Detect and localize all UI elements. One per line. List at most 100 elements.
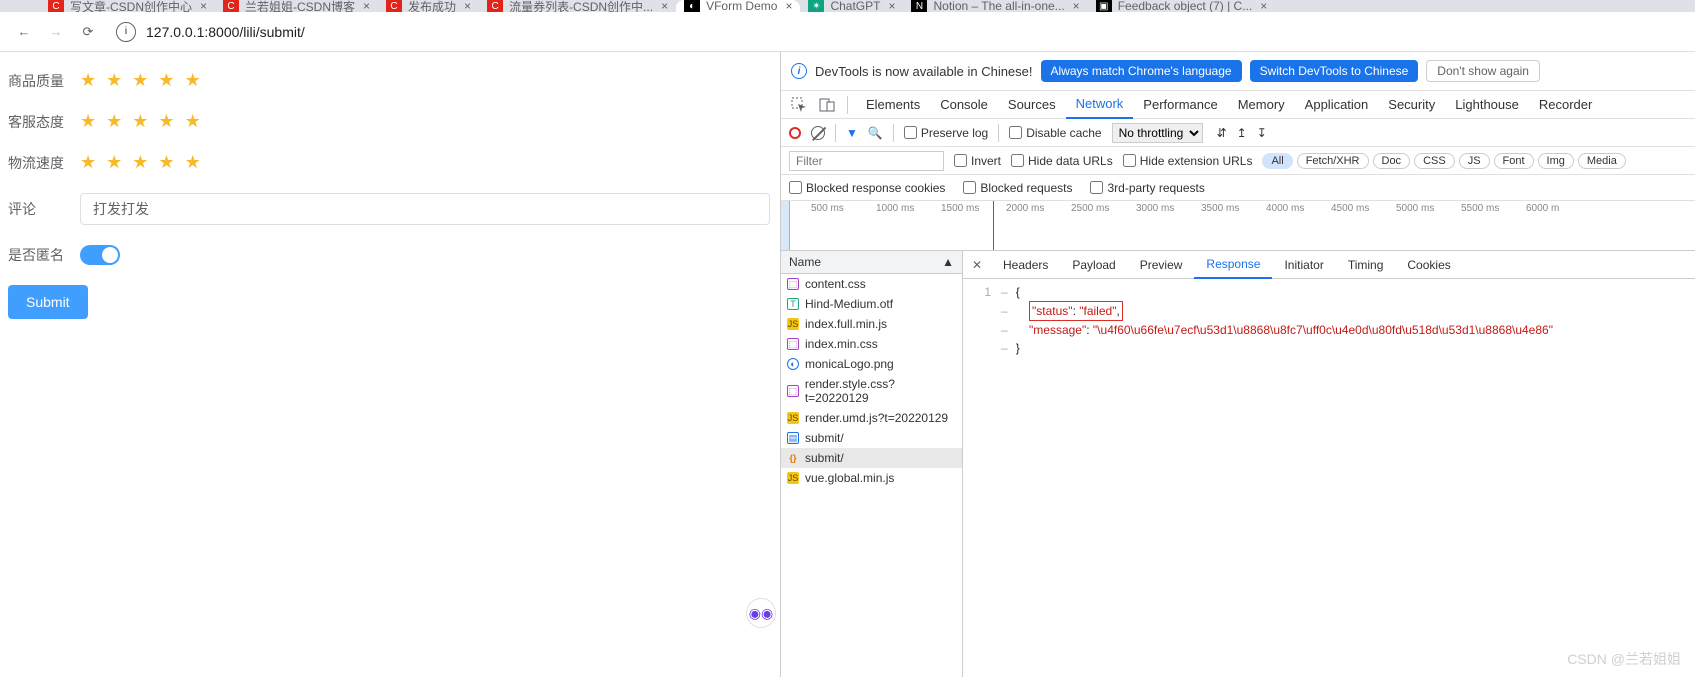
reload-button[interactable]: ⟳ bbox=[74, 18, 102, 46]
inspect-icon[interactable] bbox=[787, 97, 811, 113]
comment-input[interactable] bbox=[80, 193, 770, 225]
detail-tab-payload[interactable]: Payload bbox=[1060, 251, 1127, 279]
star-icon[interactable]: ★ bbox=[185, 70, 201, 91]
detail-tab-headers[interactable]: Headers bbox=[991, 251, 1060, 279]
detail-tab-response[interactable]: Response bbox=[1194, 251, 1272, 279]
filter-type-pill[interactable]: CSS bbox=[1414, 153, 1455, 169]
download-icon[interactable]: ↧ bbox=[1257, 126, 1267, 140]
browser-tab[interactable]: C写文章-CSDN创作中心× bbox=[40, 0, 215, 12]
star-icon[interactable]: ★ bbox=[132, 70, 148, 91]
star-rating[interactable]: ★ ★ ★ ★ ★ bbox=[80, 111, 201, 132]
browser-tab[interactable]: C发布成功× bbox=[378, 0, 479, 12]
browser-tab[interactable]: ▣Feedback object (7) | C...× bbox=[1088, 0, 1276, 12]
devtools-tab-performance[interactable]: Performance bbox=[1133, 91, 1227, 119]
star-icon[interactable]: ★ bbox=[158, 152, 174, 173]
network-filter-bar: Invert Hide data URLs Hide extension URL… bbox=[781, 147, 1695, 175]
devtools-tab-application[interactable]: Application bbox=[1295, 91, 1379, 119]
star-icon[interactable]: ★ bbox=[185, 111, 201, 132]
anonymous-switch[interactable] bbox=[80, 245, 120, 265]
request-row[interactable]: ⬚render.style.css?t=20220129 bbox=[781, 374, 962, 408]
network-timeline[interactable]: 500 ms1000 ms1500 ms2000 ms2500 ms3000 m… bbox=[781, 201, 1695, 251]
star-icon[interactable]: ★ bbox=[80, 111, 96, 132]
star-icon[interactable]: ★ bbox=[158, 111, 174, 132]
timeline-tick: 5500 ms bbox=[1461, 203, 1499, 214]
request-list-header[interactable]: Name▲ bbox=[781, 251, 962, 274]
request-row[interactable]: JSrender.umd.js?t=20220129 bbox=[781, 408, 962, 428]
request-row[interactable]: {}submit/ bbox=[781, 448, 962, 468]
request-row[interactable]: ⬚content.css bbox=[781, 274, 962, 294]
devtools-tab-recorder[interactable]: Recorder bbox=[1529, 91, 1602, 119]
filter-type-pill[interactable]: Img bbox=[1538, 153, 1574, 169]
devtools-tab-memory[interactable]: Memory bbox=[1228, 91, 1295, 119]
star-icon[interactable]: ★ bbox=[106, 152, 122, 173]
devtools-tab-network[interactable]: Network bbox=[1066, 91, 1134, 119]
devtools-tab-lighthouse[interactable]: Lighthouse bbox=[1445, 91, 1529, 119]
site-info-icon[interactable]: i bbox=[116, 22, 136, 42]
star-icon[interactable]: ★ bbox=[106, 111, 122, 132]
banner-switch-button[interactable]: Switch DevTools to Chinese bbox=[1250, 60, 1419, 82]
filter-input[interactable] bbox=[789, 151, 944, 171]
request-row[interactable]: ◐monicaLogo.png bbox=[781, 354, 962, 374]
throttling-select[interactable]: No throttling bbox=[1112, 123, 1203, 143]
preserve-log-checkbox[interactable]: Preserve log bbox=[904, 126, 988, 140]
filter-type-pill[interactable]: Media bbox=[1578, 153, 1626, 169]
devtools-tab-sources[interactable]: Sources bbox=[998, 91, 1066, 119]
device-icon[interactable] bbox=[815, 98, 839, 112]
filter-type-pill[interactable]: Doc bbox=[1373, 153, 1411, 169]
browser-tab[interactable]: C流量券列表-CSDN创作中...× bbox=[479, 0, 676, 12]
star-icon[interactable]: ★ bbox=[80, 70, 96, 91]
browser-tab[interactable]: C兰若姐姐-CSDN博客× bbox=[215, 0, 378, 12]
hide-ext-urls-checkbox[interactable]: Hide extension URLs bbox=[1123, 154, 1253, 168]
invert-checkbox[interactable]: Invert bbox=[954, 154, 1001, 168]
star-rating[interactable]: ★ ★ ★ ★ ★ bbox=[80, 152, 201, 173]
devtools-tab-console[interactable]: Console bbox=[930, 91, 998, 119]
filter-type-pill[interactable]: Fetch/XHR bbox=[1297, 153, 1369, 169]
devtools-tab-security[interactable]: Security bbox=[1378, 91, 1445, 119]
star-icon[interactable]: ★ bbox=[132, 152, 148, 173]
third-party-checkbox[interactable]: 3rd-party requests bbox=[1090, 181, 1204, 195]
star-icon[interactable]: ★ bbox=[106, 70, 122, 91]
star-icon[interactable]: ★ bbox=[185, 152, 201, 173]
browser-tab[interactable]: ◐VForm Demo× bbox=[676, 0, 800, 12]
clear-button[interactable] bbox=[811, 126, 825, 140]
submit-button[interactable]: Submit bbox=[8, 285, 88, 319]
back-button[interactable]: ← bbox=[10, 18, 38, 46]
request-row[interactable]: ▤submit/ bbox=[781, 428, 962, 448]
request-row[interactable]: JSvue.global.min.js bbox=[781, 468, 962, 488]
star-icon[interactable]: ★ bbox=[132, 111, 148, 132]
banner-match-button[interactable]: Always match Chrome's language bbox=[1041, 60, 1242, 82]
upload-icon[interactable]: ↥ bbox=[1237, 126, 1247, 140]
devtools-tab-elements[interactable]: Elements bbox=[856, 91, 930, 119]
star-icon[interactable]: ★ bbox=[158, 70, 174, 91]
detail-tab-timing[interactable]: Timing bbox=[1336, 251, 1396, 279]
filter-toggle-icon[interactable]: ▼ bbox=[846, 126, 858, 140]
browser-tab[interactable]: ✴ChatGPT× bbox=[800, 0, 903, 12]
disable-cache-checkbox[interactable]: Disable cache bbox=[1009, 126, 1101, 140]
forward-button[interactable]: → bbox=[42, 18, 70, 46]
devtools-tabs: ElementsConsoleSourcesNetworkPerformance… bbox=[781, 91, 1695, 119]
detail-tab-initiator[interactable]: Initiator bbox=[1272, 251, 1335, 279]
blocked-requests-checkbox[interactable]: Blocked requests bbox=[963, 181, 1072, 195]
detail-tab-cookies[interactable]: Cookies bbox=[1395, 251, 1462, 279]
request-row[interactable]: JSindex.full.min.js bbox=[781, 314, 962, 334]
close-detail-icon[interactable]: ✕ bbox=[963, 258, 991, 272]
request-row[interactable]: THind-Medium.otf bbox=[781, 294, 962, 314]
filter-type-pill[interactable]: All bbox=[1262, 153, 1292, 169]
star-rating[interactable]: ★ ★ ★ ★ ★ bbox=[80, 70, 201, 91]
filter-type-pill[interactable]: JS bbox=[1459, 153, 1490, 169]
detail-tab-preview[interactable]: Preview bbox=[1128, 251, 1195, 279]
hide-data-urls-checkbox[interactable]: Hide data URLs bbox=[1011, 154, 1113, 168]
wifi-icon[interactable]: ⇵ bbox=[1217, 126, 1227, 140]
banner-dismiss-button[interactable]: Don't show again bbox=[1426, 60, 1540, 82]
url-bar[interactable]: i 127.0.0.1:8000/lili/submit/ bbox=[106, 17, 1685, 47]
record-button[interactable] bbox=[789, 127, 801, 139]
request-row[interactable]: ⬚index.min.css bbox=[781, 334, 962, 354]
browser-tab[interactable]: NNotion – The all-in-one...× bbox=[903, 0, 1087, 12]
filter-type-pill[interactable]: Font bbox=[1494, 153, 1534, 169]
network-toolbar: ▼ 🔍 Preserve log Disable cache No thrott… bbox=[781, 119, 1695, 147]
search-icon[interactable]: 🔍 bbox=[868, 126, 883, 140]
blocked-cookies-checkbox[interactable]: Blocked response cookies bbox=[789, 181, 945, 195]
star-icon[interactable]: ★ bbox=[80, 152, 96, 173]
timeline-tick: 500 ms bbox=[811, 203, 844, 214]
assistant-float-icon[interactable]: ◉◉ bbox=[746, 598, 776, 628]
